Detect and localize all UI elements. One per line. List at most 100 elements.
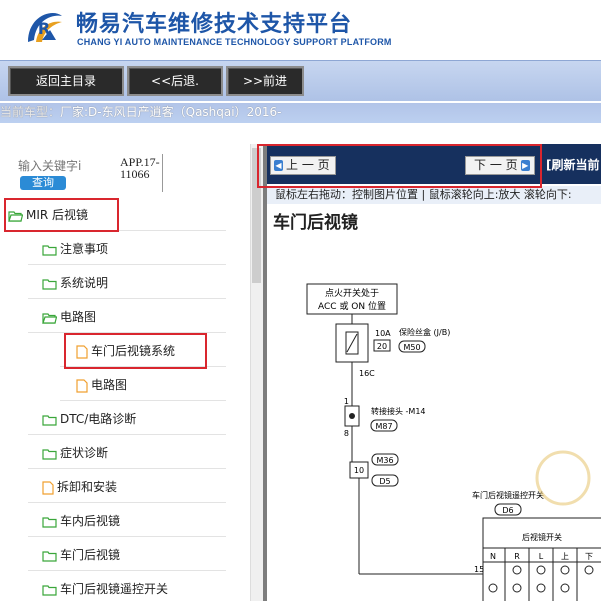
search-button[interactable]: 查询: [20, 176, 66, 190]
divider: [28, 570, 226, 571]
switch-col-up: 上: [561, 552, 569, 561]
mouse-hint: 鼠标左右拖动：控制图片位置 | 鼠标滚轮向上:放大 滚轮向下:: [267, 186, 601, 204]
tree-item-label: 系统说明: [60, 276, 109, 290]
switch-col-r: R: [514, 552, 520, 561]
tree-item-label: 车门后视镜遥控开关: [60, 582, 169, 596]
current-model-value: 厂家:D-东风日产逍客（Qashqai）2016-: [60, 105, 282, 119]
next-page-button[interactable]: 下 一 页 ▶: [465, 156, 535, 175]
tree-item-removal[interactable]: 拆卸和安装: [42, 472, 117, 502]
folder-icon: [42, 516, 57, 528]
folder-icon: [42, 584, 57, 596]
divider: [8, 230, 226, 231]
document-title: 车门后视镜: [273, 213, 358, 233]
forward-button[interactable]: >>前进: [226, 66, 304, 96]
tree-item-label: 车内后视镜: [60, 514, 121, 528]
ignition-label-2: ACC 或 ON 位置: [318, 300, 386, 312]
divider: [60, 400, 226, 401]
junction-pin-top: 1: [344, 397, 349, 406]
arrow-right-icon: ▶: [520, 160, 530, 171]
folder-icon: [42, 550, 57, 562]
tree-item-label: 症状诊断: [60, 446, 109, 460]
content-pane: ◀ 上 一 页 下 一 页 ▶ [刷新当前 鼠标左右拖动：控制图片位置 | 鼠标滚轮…: [267, 144, 601, 601]
divider: [28, 332, 226, 333]
connector-m36-label: M36: [376, 456, 393, 465]
tree-item-wiring[interactable]: 电路图: [42, 302, 96, 332]
app-code: APP.17- 11066: [120, 156, 160, 180]
fuse-box-label: 保险丝盒 (J/B): [399, 327, 450, 337]
app-title: 畅易汽车维修技术支持平台: [76, 12, 353, 37]
switch-label: 车门后视镜遥控开关: [472, 490, 544, 500]
divider: [60, 366, 226, 367]
switch-contact: [536, 583, 546, 593]
folder-open-icon: [8, 210, 23, 222]
tree-item-label: 车门后视镜系统: [91, 344, 176, 358]
wiring-diagram[interactable]: 点火开关处于 ACC 或 ON 位置 10A 20 保险丝盒 (J/B) M50…: [267, 232, 601, 601]
tree-item-wiring-diagram[interactable]: 电路图: [76, 370, 127, 400]
pin-10: 10: [354, 466, 364, 475]
sidebar-scroll-thumb[interactable]: [252, 148, 261, 283]
tree-item-notes[interactable]: 注意事项: [42, 234, 108, 264]
app-header: R 畅易汽车维修技术支持平台 CHANG YI AUTO MAINTENANCE…: [0, 0, 601, 58]
connector-d5-label: D5: [379, 477, 390, 486]
switch-contact: [584, 565, 594, 575]
connector-m50-label: M50: [403, 343, 420, 352]
divider: [28, 264, 226, 265]
tree-item-mirror-remote-switch[interactable]: 车门后视镜遥控开关: [42, 574, 168, 601]
folder-icon: [42, 278, 57, 290]
toolbar: 返回主目录 <<后退. >>前进: [0, 60, 601, 101]
app-subtitle: CHANG YI AUTO MAINTENANCE TECHNOLOGY SUP…: [77, 37, 392, 47]
divider: [162, 154, 163, 192]
pin-15: 15: [474, 565, 484, 574]
divider: [28, 298, 226, 299]
arrow-left-icon: ◀: [274, 160, 283, 171]
tree-item-label: 拆卸和安装: [57, 480, 118, 494]
current-model-label: 当前车型：: [0, 105, 61, 119]
tree-item-label: 电路图: [60, 310, 97, 324]
app-code-line-2: 11066: [120, 167, 150, 181]
connector-m87-label: M87: [375, 422, 392, 431]
next-page-label: 下 一 页: [474, 158, 518, 172]
search-area: 查询 APP.17- 11066: [0, 144, 250, 194]
junction-dot: [349, 413, 355, 419]
tree-item-door-mirror[interactable]: 车门后视镜: [42, 540, 120, 570]
junction-label: 转接接头 -M14: [371, 406, 426, 416]
logo-icon: R: [28, 13, 62, 42]
prev-page-button[interactable]: ◀ 上 一 页: [270, 156, 336, 175]
document-icon: [42, 480, 54, 495]
divider: [28, 536, 226, 537]
switch-contact: [488, 583, 498, 593]
tree-item-door-mirror-system[interactable]: 车门后视镜系统: [76, 336, 175, 366]
tree-item-symptom[interactable]: 症状诊断: [42, 438, 108, 468]
switch-col-n: N: [490, 552, 496, 561]
divider: [28, 434, 226, 435]
switch-contact: [512, 583, 522, 593]
tree-item-dtc[interactable]: DTC/电路诊断: [42, 404, 136, 434]
sidebar: 查询 APP.17- 11066 MIR 后视镜 注意事项 系统说明 电路图 车…: [0, 144, 250, 601]
switch-contact: [536, 565, 546, 575]
tree-item-inside-mirror[interactable]: 车内后视镜: [42, 506, 120, 536]
refresh-link[interactable]: [刷新当前: [546, 156, 600, 173]
folder-icon: [42, 448, 57, 460]
switch-col-down: 下: [585, 552, 593, 561]
tree-item-label: DTC/电路诊断: [60, 412, 137, 426]
tree-item-mir[interactable]: MIR 后视镜: [8, 200, 88, 230]
divider: [28, 502, 226, 503]
back-button[interactable]: <<后退.: [127, 66, 223, 96]
tree-item-label: 车门后视镜: [60, 548, 121, 562]
divider: [28, 468, 226, 469]
document-icon: [76, 378, 88, 393]
folder-icon: [42, 414, 57, 426]
wire-16c: 16C: [359, 369, 375, 378]
search-input[interactable]: [18, 158, 90, 174]
fuse-amp: 10A: [375, 329, 391, 338]
home-button[interactable]: 返回主目录: [8, 66, 124, 96]
tree-item-system-desc[interactable]: 系统说明: [42, 268, 108, 298]
tree-item-label: MIR 后视镜: [26, 208, 89, 222]
svg-text:R: R: [38, 19, 50, 38]
switch-col-l: L: [539, 552, 544, 561]
switch-contact: [560, 583, 570, 593]
folder-open-icon: [42, 312, 57, 324]
watermark-icon: [535, 450, 591, 506]
content-navbar: ◀ 上 一 页 下 一 页 ▶ [刷新当前: [267, 144, 601, 184]
ignition-label-1: 点火开关处于: [325, 287, 379, 299]
